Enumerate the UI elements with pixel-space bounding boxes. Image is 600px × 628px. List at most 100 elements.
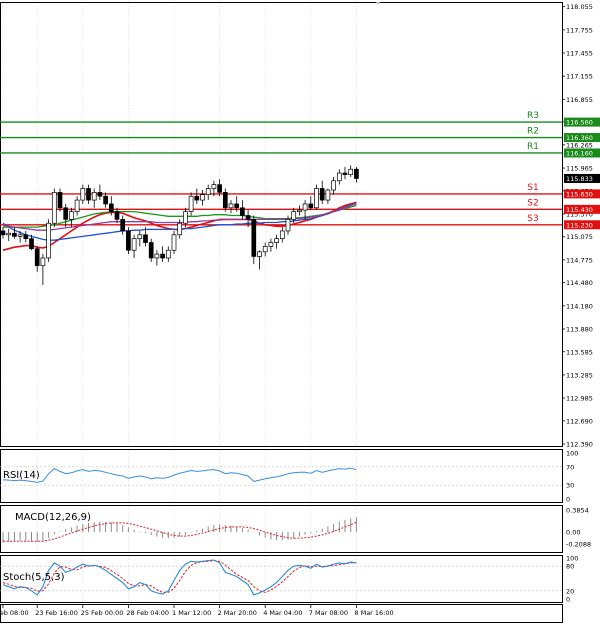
candle-body <box>137 234 143 240</box>
time-tick-label: 22 Feb 08:00 <box>0 609 29 617</box>
time-tick-label: 8 Mar 16:00 <box>354 609 393 617</box>
macd-tick-label: 0.3854 <box>566 507 589 515</box>
price-tick-label: 113.585 <box>566 348 593 356</box>
level-name-s2: S2 <box>527 198 538 208</box>
candle-body <box>342 172 348 175</box>
candle-body <box>103 195 108 205</box>
candle-body <box>0 230 6 236</box>
price-tick-label: 114.480 <box>566 279 593 287</box>
price-tick-label: 116.855 <box>566 96 593 104</box>
candle-body <box>200 194 205 201</box>
candle-body <box>314 188 319 209</box>
candle-body <box>285 219 291 232</box>
macd-label: MACD(12,26,9) <box>15 512 91 523</box>
stoch-panel-frame <box>0 555 563 603</box>
stoch-tick-label: 100 <box>566 555 578 563</box>
chart-svg: 118.055 117.755 117.455 117.155 116.855 116.5… <box>0 2 600 623</box>
candle-body <box>222 192 228 209</box>
candle-body <box>262 246 268 253</box>
candle-body <box>120 219 126 232</box>
level-price-label: 116.560 <box>566 119 593 127</box>
candle-body <box>211 184 217 189</box>
price-tick-label: 117.455 <box>566 50 593 58</box>
candle-body <box>91 192 97 201</box>
candle-body <box>331 180 336 191</box>
candle-body <box>228 203 234 209</box>
level-name-r2: R2 <box>527 127 539 137</box>
price-tick-label: 112.690 <box>566 417 593 425</box>
rsi-tick-label: 70 <box>566 463 574 471</box>
candle-body <box>325 189 331 201</box>
candle-body <box>108 203 114 212</box>
candle-body <box>34 248 40 267</box>
candle-body <box>251 219 257 257</box>
level-price-label: 115.430 <box>566 206 593 214</box>
candle-body <box>297 209 302 212</box>
stoch-tick-label: 80 <box>566 563 574 571</box>
candle-body <box>148 242 154 259</box>
candle-body <box>217 184 222 193</box>
candle-body <box>97 192 103 197</box>
candle-body <box>86 188 91 201</box>
candle-body <box>274 238 279 243</box>
stoch-tick-label: 20 <box>566 587 574 595</box>
rsi-label: RSI(14) <box>3 470 40 481</box>
time-tick-label: 23 Feb 16:00 <box>35 609 78 617</box>
candle-body <box>279 230 285 240</box>
candle-body <box>308 203 314 209</box>
candle-body <box>194 195 200 201</box>
candle-body <box>268 242 274 247</box>
candle-body <box>154 253 160 259</box>
price-tick-label: 114.775 <box>566 256 593 264</box>
time-tick-label: 28 Feb 04:00 <box>126 609 169 617</box>
level-name-s3: S3 <box>527 214 538 224</box>
candle-body <box>12 232 17 237</box>
macd-tick-label: 0.00 <box>566 529 580 537</box>
candle-body <box>69 211 74 220</box>
time-tick-label: 25 Feb 00:00 <box>81 609 124 617</box>
candle-body <box>80 188 86 201</box>
time-tick-label: 7 Mar 08:00 <box>309 609 348 617</box>
time-tick-label: 2 Mar 20:00 <box>218 609 257 617</box>
candle-body <box>160 253 165 259</box>
candle-body <box>46 222 51 259</box>
time-tick-label: 4 Mar 04:00 <box>263 609 302 617</box>
price-tick-label: 115.075 <box>566 233 593 241</box>
macd-tick-label: -0.2088 <box>566 541 591 549</box>
price-tick-label: 113.880 <box>566 325 593 333</box>
price-tick-label: 115.965 <box>566 165 593 173</box>
price-tick-label: 117.755 <box>566 26 593 34</box>
candle-body <box>177 222 183 236</box>
candle-body <box>245 215 251 220</box>
current-price-label: 115.833 <box>566 175 593 183</box>
price-tick-label: 113.285 <box>566 371 593 379</box>
candle-body <box>205 188 211 196</box>
candle-body <box>29 238 34 250</box>
level-name-s1: S1 <box>527 183 538 193</box>
candle-body <box>171 234 177 251</box>
stoch-label: Stoch(5,5,3) <box>3 572 65 583</box>
stoch-tick-label: 0 <box>566 596 570 604</box>
candle-body <box>57 192 63 209</box>
rsi-tick-label: 100 <box>566 450 578 458</box>
level-price-label: 115.230 <box>566 221 593 229</box>
level-price-label: 116.360 <box>566 134 593 142</box>
candle-body <box>63 207 69 220</box>
candle-body <box>126 230 131 251</box>
candle-body <box>348 168 354 175</box>
time-tick-label: 1 Mar 12:00 <box>172 609 211 617</box>
candle-body <box>6 232 12 236</box>
candle-body <box>165 249 171 259</box>
price-tick-label: 116.265 <box>566 141 593 149</box>
price-tick-label: 117.155 <box>566 73 593 81</box>
candle-body <box>51 192 57 224</box>
candle-body <box>354 168 359 179</box>
candle-body <box>183 211 188 224</box>
candle-body <box>40 257 46 267</box>
level-price-label: 116.160 <box>566 149 593 157</box>
price-tick-label: 112.390 <box>566 441 593 449</box>
candle-body <box>188 195 194 212</box>
candle-body <box>319 188 325 201</box>
price-tick-label: 112.985 <box>566 395 593 403</box>
candle-body <box>143 234 148 243</box>
